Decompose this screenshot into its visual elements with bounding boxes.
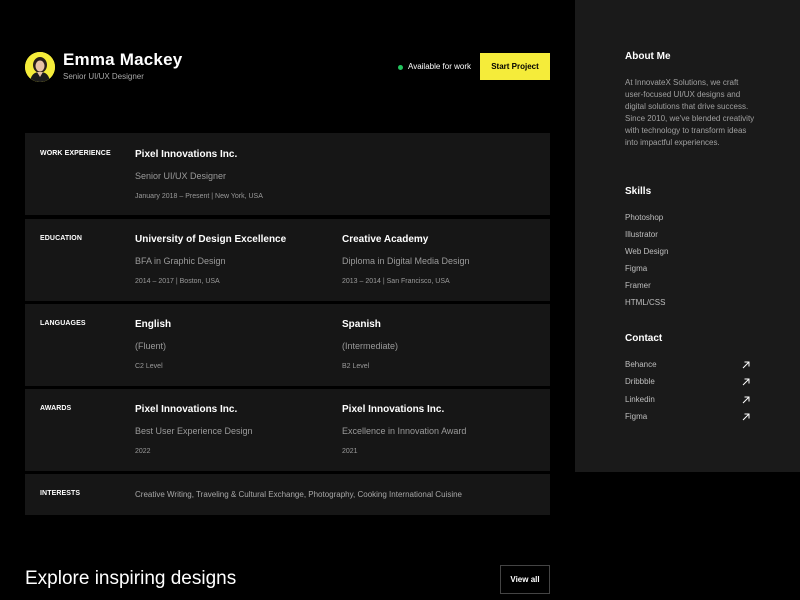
item-meta: 2014 – 2017 | Boston, USA — [135, 278, 220, 285]
contact-link-figma[interactable]: Figma — [625, 412, 750, 424]
item-title: Pixel Innovations Inc. — [135, 404, 238, 415]
status-dot-icon — [398, 65, 403, 70]
avatar — [25, 52, 55, 82]
sidebar: About Me At InnovateX Solutions, we craf… — [575, 0, 800, 472]
work-item: Pixel Innovations Inc. Senior UI/UX Desi… — [135, 149, 263, 200]
languages-section: LANGUAGES English (Fluent) C2 Level Span… — [25, 304, 550, 386]
profile-role: Senior UI/UX Designer — [63, 72, 144, 81]
item-meta: January 2018 – Present | New York, USA — [135, 193, 263, 200]
work-experience-section: WORK EXPERIENCE Pixel Innovations Inc. S… — [25, 133, 550, 215]
arrow-up-right-icon — [742, 378, 750, 386]
item-title: University of Design Excellence — [135, 234, 287, 245]
item-title: Pixel Innovations Inc. — [342, 404, 445, 415]
explore-title: Explore inspiring designs — [25, 568, 237, 589]
skill-item: Web Design — [625, 247, 669, 256]
item-subtitle: (Fluent) — [135, 341, 167, 351]
contact-link-linkedin[interactable]: Linkedin — [625, 395, 750, 407]
section-label: WORK EXPERIENCE — [40, 150, 111, 157]
skill-item: Illustrator — [625, 230, 658, 239]
item-meta: B2 Level — [342, 363, 370, 370]
section-label: EDUCATION — [40, 235, 82, 242]
item-title: Pixel Innovations Inc. — [135, 149, 238, 160]
skill-item: Framer — [625, 281, 651, 290]
skill-item: HTML/CSS — [625, 298, 666, 307]
contact-label: Linkedin — [625, 395, 655, 404]
section-label: AWARDS — [40, 405, 72, 412]
item-subtitle: Best User Experience Design — [135, 426, 253, 436]
award-item: Pixel Innovations Inc. Excellence in Inn… — [342, 404, 466, 455]
item-meta: 2021 — [342, 448, 358, 455]
section-label: INTERESTS — [40, 490, 81, 497]
about-text: At InnovateX Solutions, we craft user-fo… — [625, 78, 755, 147]
arrow-up-right-icon — [742, 396, 750, 404]
awards-section: AWARDS Pixel Innovations Inc. Best User … — [25, 389, 550, 471]
contact-label: Behance — [625, 360, 657, 369]
item-meta: C2 Level — [135, 363, 163, 370]
section-label: LANGUAGES — [40, 320, 86, 327]
availability-status: Available for work — [408, 62, 471, 71]
contact-label: Figma — [625, 412, 648, 421]
skill-item: Photoshop — [625, 213, 664, 222]
education-section: EDUCATION University of Design Excellenc… — [25, 219, 550, 301]
item-title: Spanish — [342, 319, 381, 330]
profile-name: Emma Mackey — [63, 50, 183, 69]
education-item: University of Design Excellence BFA in G… — [135, 234, 286, 285]
item-meta: 2022 — [135, 448, 151, 455]
item-title: English — [135, 319, 172, 330]
education-item: Creative Academy Diploma in Digital Medi… — [342, 234, 470, 285]
contact-label: Dribbble — [625, 377, 655, 386]
contact-link-dribbble[interactable]: Dribbble — [625, 377, 750, 389]
interests-section: INTERESTS Creative Writing, Traveling & … — [25, 474, 550, 515]
language-item: Spanish (Intermediate) B2 Level — [342, 319, 398, 370]
item-title: Creative Academy — [342, 234, 429, 245]
item-meta: 2013 – 2014 | San Francisco, USA — [342, 278, 450, 285]
profile-header: Emma Mackey Senior UI/UX Designer Availa… — [25, 50, 550, 84]
contact-link-behance[interactable]: Behance — [625, 360, 750, 372]
start-project-button[interactable]: Start Project — [480, 53, 550, 80]
award-item: Pixel Innovations Inc. Best User Experie… — [135, 404, 253, 455]
item-subtitle: (Intermediate) — [342, 341, 399, 351]
item-subtitle: Senior UI/UX Designer — [135, 171, 227, 181]
arrow-up-right-icon — [742, 413, 750, 421]
skills-title: Skills — [625, 186, 652, 197]
item-subtitle: Excellence in Innovation Award — [342, 426, 467, 436]
item-subtitle: Diploma in Digital Media Design — [342, 256, 470, 266]
skill-item: Figma — [625, 264, 648, 273]
arrow-up-right-icon — [742, 361, 750, 369]
contact-title: Contact — [625, 333, 663, 344]
view-all-button[interactable]: View all — [500, 565, 550, 594]
about-title: About Me — [625, 51, 671, 62]
item-subtitle: BFA in Graphic Design — [135, 256, 226, 266]
interests-text: Creative Writing, Traveling & Cultural E… — [135, 490, 462, 499]
language-item: English (Fluent) C2 Level — [135, 319, 171, 370]
